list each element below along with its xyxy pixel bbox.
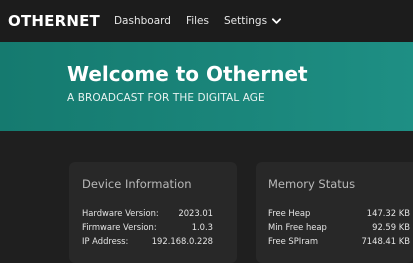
card-title: Device Information <box>82 177 192 191</box>
device-information-card: Device Information Hardware Version: 202… <box>69 162 237 263</box>
nav-settings-dropdown[interactable]: Settings <box>223 15 282 27</box>
info-key: IP Address: <box>82 236 129 246</box>
hero-subtitle: A BROADCAST FOR THE DIGITAL AGE <box>67 92 265 104</box>
info-key: Min Free heap <box>268 222 327 232</box>
hero-title: Welcome to Othernet <box>67 62 308 86</box>
info-value: 1.0.3 <box>191 222 213 232</box>
nav-dashboard-label: Dashboard <box>113 15 171 27</box>
info-row: IP Address: 192.168.0.228 <box>82 236 213 249</box>
info-value: 92.59 KB <box>372 222 410 232</box>
nav-settings-label: Settings <box>223 15 268 27</box>
nav-files-label: Files <box>185 15 209 27</box>
chevron-down-icon <box>272 17 282 24</box>
memory-status-card: Memory Status Free Heap 147.32 KB Min Fr… <box>256 162 413 263</box>
brand-logo[interactable]: OTHERNET <box>8 12 100 30</box>
info-key: Firmware Version: <box>82 222 157 232</box>
info-key: Free Heap <box>268 208 311 218</box>
info-row: Free SPIram 7148.41 KB <box>268 236 410 249</box>
hero-banner: Welcome to Othernet A BROADCAST FOR THE … <box>0 42 413 131</box>
info-value: 7148.41 KB <box>361 236 410 246</box>
info-row: Min Free heap 92.59 KB <box>268 222 410 235</box>
info-key: Hardware Version: <box>82 208 159 218</box>
info-row: Hardware Version: 2023.01 <box>82 208 213 221</box>
top-navbar: OTHERNET Dashboard Files Settings <box>0 0 413 42</box>
card-title: Memory Status <box>268 177 356 191</box>
nav-dashboard[interactable]: Dashboard <box>114 15 171 27</box>
nav-files[interactable]: Files <box>186 15 209 27</box>
info-value: 147.32 KB <box>366 208 410 218</box>
info-key: Free SPIram <box>268 236 319 246</box>
info-row: Firmware Version: 1.0.3 <box>82 222 213 235</box>
info-row: Free Heap 147.32 KB <box>268 208 410 221</box>
info-value: 2023.01 <box>178 208 213 218</box>
info-value: 192.168.0.228 <box>151 236 213 246</box>
